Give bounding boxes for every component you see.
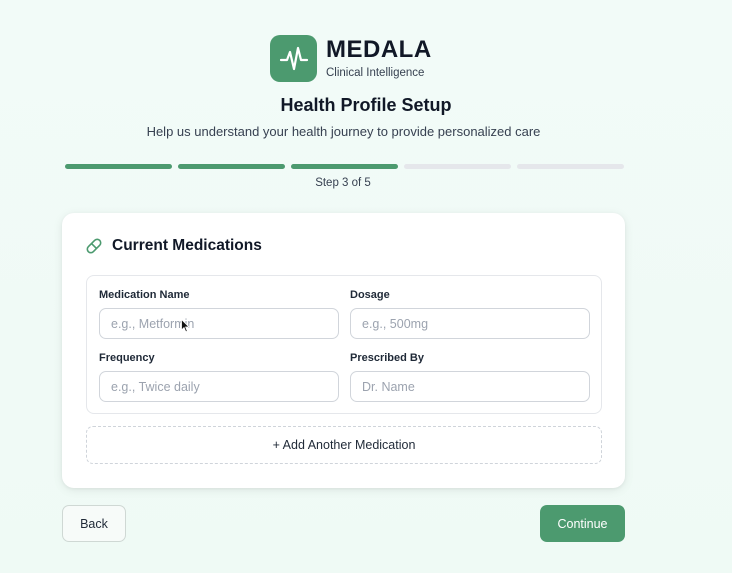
progress-segment-4: [404, 164, 511, 169]
back-button[interactable]: Back: [62, 505, 126, 542]
frequency-label: Frequency: [99, 352, 155, 364]
progress-segment-5: [517, 164, 624, 169]
continue-button[interactable]: Continue: [540, 505, 625, 542]
card-header: Current Medications: [85, 237, 262, 255]
pill-icon: [85, 237, 103, 255]
logo: [270, 35, 317, 82]
brand: MEDALA Clinical Intelligence: [270, 35, 432, 82]
pulse-icon: [279, 46, 308, 70]
page-title: Health Profile Setup: [280, 95, 452, 115]
step-indicator: Step 3 of 5: [315, 177, 371, 189]
brand-tagline: Clinical Intelligence: [326, 67, 425, 79]
page-subtitle: Help us understand your health journey t…: [146, 124, 541, 139]
mouse-cursor-icon: [181, 319, 190, 333]
add-medication-button[interactable]: + Add Another Medication: [86, 426, 602, 464]
prescribed-by-input[interactable]: [350, 371, 590, 402]
progress-segment-1: [65, 164, 172, 169]
progress-segment-2: [178, 164, 285, 169]
medication-name-input[interactable]: [99, 308, 339, 339]
progress-segment-3: [291, 164, 398, 169]
dosage-label: Dosage: [350, 289, 390, 301]
card-title: Current Medications: [112, 237, 262, 254]
medications-card: Current Medications Medication Name Dosa…: [62, 213, 625, 488]
dosage-input[interactable]: [350, 308, 590, 339]
health-profile-page: MEDALA Clinical Intelligence Health Prof…: [0, 0, 732, 573]
progress-bar: [65, 164, 624, 169]
medication-entry: Medication Name Dosage Frequency Prescri…: [86, 275, 602, 414]
frequency-input[interactable]: [99, 371, 339, 402]
brand-name: MEDALA: [326, 36, 432, 63]
medication-name-label: Medication Name: [99, 289, 190, 301]
prescribed-by-label: Prescribed By: [350, 352, 424, 364]
